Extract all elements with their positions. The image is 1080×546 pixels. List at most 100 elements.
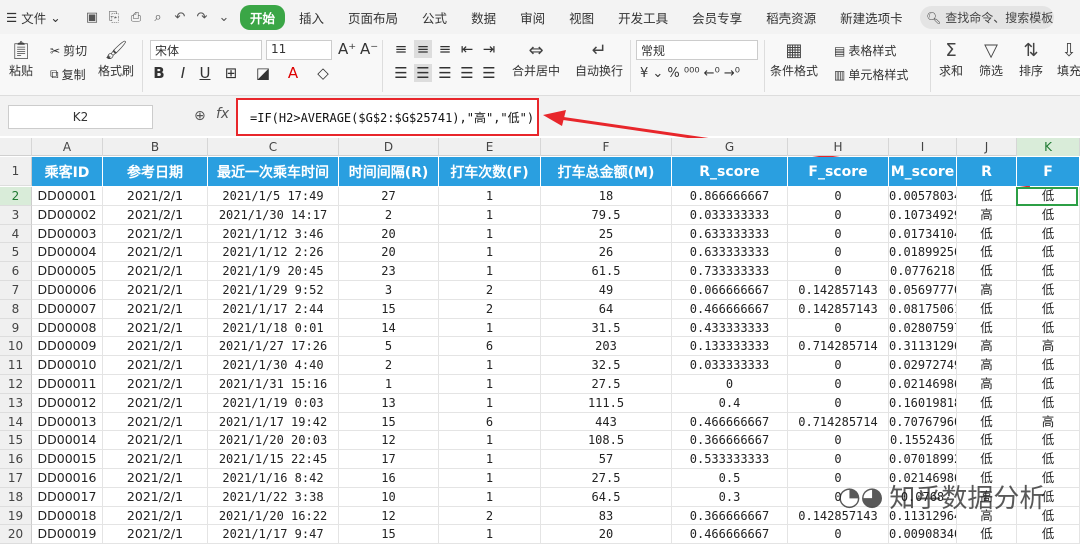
align-top-icon[interactable]: ≡: [392, 40, 410, 58]
table-cell[interactable]: 高: [957, 506, 1017, 526]
sort-button[interactable]: ⇅ 排序: [1018, 38, 1044, 79]
table-cell[interactable]: 10: [339, 487, 439, 507]
header-cell[interactable]: R: [957, 157, 1017, 186]
table-cell[interactable]: 0.070189926: [889, 450, 957, 469]
row-header-14[interactable]: 14: [0, 412, 32, 432]
table-cell[interactable]: 1: [439, 393, 541, 413]
fill-button[interactable]: ⇩ 填充: [1056, 38, 1080, 79]
table-cell[interactable]: 低: [1017, 205, 1080, 225]
table-cell[interactable]: 2021/1/9 20:45: [208, 262, 339, 281]
table-cell[interactable]: 低: [1017, 469, 1080, 488]
table-cell[interactable]: 2: [439, 281, 541, 300]
header-cell[interactable]: R_score: [672, 157, 788, 186]
table-cell[interactable]: 0: [788, 262, 889, 281]
indent-decrease-icon[interactable]: ⇤: [458, 40, 476, 58]
table-cell[interactable]: 6: [439, 412, 541, 432]
cell-style-button[interactable]: ▥ 单元格样式: [834, 66, 908, 83]
bold-icon[interactable]: B: [150, 64, 168, 82]
cut-button[interactable]: ✂ 剪切: [50, 42, 87, 59]
table-cell[interactable]: 12: [339, 431, 439, 451]
column-header-I[interactable]: I: [889, 138, 957, 156]
table-cell[interactable]: 0.466666667: [672, 525, 788, 545]
table-cell[interactable]: 2021/2/1: [103, 356, 208, 375]
row-header-10[interactable]: 10: [0, 337, 32, 357]
row-header-9[interactable]: 9: [0, 318, 32, 338]
table-cell[interactable]: 0.033333333: [672, 205, 788, 225]
table-cell[interactable]: 低: [1017, 506, 1080, 526]
table-cell[interactable]: 低: [957, 525, 1017, 545]
copy-button[interactable]: ⧉ 复制: [50, 66, 86, 83]
table-cell[interactable]: DD00001: [32, 187, 103, 206]
table-cell[interactable]: 低: [957, 187, 1017, 206]
table-cell[interactable]: 2021/1/20 20:03: [208, 431, 339, 451]
indent-increase-icon[interactable]: ⇥: [480, 40, 498, 58]
row-header-19[interactable]: 19: [0, 506, 32, 526]
chevron-down-icon[interactable]: ⌄: [216, 9, 232, 25]
table-cell[interactable]: 1: [439, 243, 541, 263]
table-cell[interactable]: 27.5: [541, 469, 672, 488]
column-header-E[interactable]: E: [439, 138, 541, 156]
table-cell[interactable]: 2021/1/22 3:38: [208, 487, 339, 507]
table-cell[interactable]: 低: [957, 224, 1017, 244]
table-cell[interactable]: DD00016: [32, 469, 103, 488]
table-cell[interactable]: 2021/2/1: [103, 205, 208, 225]
table-cell[interactable]: 低: [1017, 224, 1080, 244]
table-cell[interactable]: 26: [541, 243, 672, 263]
font-color-icon[interactable]: A: [284, 64, 302, 82]
table-cell[interactable]: 27: [339, 187, 439, 206]
tab-data[interactable]: 数据: [471, 8, 496, 27]
tab-insert[interactable]: 插入: [299, 8, 324, 27]
row-header-12[interactable]: 12: [0, 375, 32, 394]
sum-button[interactable]: Σ 求和: [938, 38, 964, 79]
table-cell[interactable]: 1: [439, 375, 541, 394]
table-cell[interactable]: 2021/1/17 9:47: [208, 525, 339, 545]
table-cell[interactable]: 0: [788, 243, 889, 263]
table-cell[interactable]: 0.0776218: [889, 262, 957, 281]
table-cell[interactable]: 0.02146986: [889, 375, 957, 394]
table-cell[interactable]: 15: [339, 299, 439, 319]
table-cell[interactable]: 0.005780347: [889, 187, 957, 206]
row-header-7[interactable]: 7: [0, 281, 32, 300]
table-cell[interactable]: 2021/2/1: [103, 224, 208, 244]
table-cell[interactable]: 低: [957, 431, 1017, 451]
table-cell[interactable]: 0.018992568: [889, 243, 957, 263]
save-icon[interactable]: ▣: [84, 9, 100, 25]
table-cell[interactable]: 低: [957, 469, 1017, 488]
table-cell[interactable]: 1: [439, 318, 541, 338]
table-cell[interactable]: DD00009: [32, 337, 103, 357]
table-cell[interactable]: 0: [672, 375, 788, 394]
header-cell[interactable]: 参考日期: [103, 157, 208, 186]
fx-icon[interactable]: fx: [216, 106, 229, 122]
row-header-1[interactable]: 1: [0, 157, 32, 186]
table-cell[interactable]: 0.707679604: [889, 412, 957, 432]
table-cell[interactable]: 低: [1017, 243, 1080, 263]
column-header-K[interactable]: K: [1017, 138, 1080, 156]
table-cell[interactable]: 0.142857143: [788, 281, 889, 300]
table-cell[interactable]: 2021/2/1: [103, 487, 208, 507]
table-cell[interactable]: DD00002: [32, 205, 103, 225]
align-center-icon[interactable]: ☰: [414, 64, 432, 82]
table-cell[interactable]: 0.311312964: [889, 337, 957, 357]
table-cell[interactable]: 2021/2/1: [103, 318, 208, 338]
table-cell[interactable]: 低: [1017, 318, 1080, 338]
table-cell[interactable]: 低: [1017, 375, 1080, 394]
table-cell[interactable]: 57: [541, 450, 672, 469]
table-cell[interactable]: 0.142857143: [788, 299, 889, 319]
row-header-20[interactable]: 20: [0, 525, 32, 545]
table-cell[interactable]: DD00019: [32, 525, 103, 545]
tab-member[interactable]: 会员专享: [692, 8, 742, 27]
zoom-icon[interactable]: ⊕: [194, 108, 206, 124]
table-cell[interactable]: 0.033333333: [672, 356, 788, 375]
table-cell[interactable]: 0.142857143: [788, 506, 889, 526]
header-cell[interactable]: M_score: [889, 157, 957, 186]
distribute-icon[interactable]: ☰: [480, 64, 498, 82]
table-cell[interactable]: 1: [439, 431, 541, 451]
print-preview-icon[interactable]: ⌕: [150, 9, 166, 25]
border-icon[interactable]: ⊞: [222, 64, 240, 82]
table-cell[interactable]: 低: [1017, 450, 1080, 469]
row-header-3[interactable]: 3: [0, 205, 32, 225]
table-cell[interactable]: 14: [339, 318, 439, 338]
table-cell[interactable]: 1: [439, 224, 541, 244]
redo-icon[interactable]: ↷: [194, 9, 210, 25]
table-cell[interactable]: 低: [1017, 187, 1080, 206]
